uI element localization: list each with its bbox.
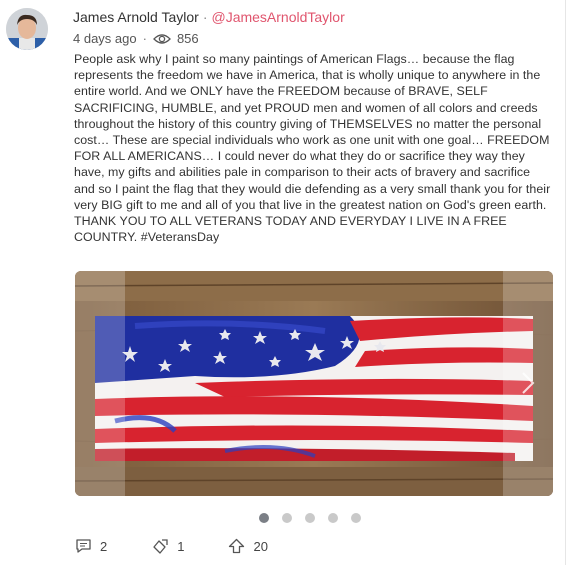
- upvote-button[interactable]: 20: [228, 538, 268, 554]
- carousel-dot-5[interactable]: [351, 513, 361, 523]
- repost-button[interactable]: 1: [151, 538, 184, 554]
- repost-count: 1: [177, 538, 185, 554]
- upvote-icon: [229, 538, 245, 554]
- carousel-dot-3[interactable]: [305, 513, 315, 523]
- post-time: 4 days ago: [73, 31, 137, 46]
- view-count: 856: [176, 31, 199, 46]
- post-meta: 4 days ago · 856: [73, 31, 199, 46]
- repost-icon: [153, 539, 168, 554]
- post-image[interactable]: [75, 271, 553, 496]
- carousel-dot-4[interactable]: [328, 513, 338, 523]
- comment-button[interactable]: 2: [75, 538, 107, 554]
- eye-icon: [153, 33, 171, 45]
- post-header: James Arnold Taylor · @JamesArnoldTaylor: [73, 9, 345, 25]
- meta-separator: ·: [142, 31, 147, 46]
- carousel-indicators: [259, 513, 361, 523]
- chevron-right-icon: [522, 372, 535, 394]
- author-handle[interactable]: @JamesArnoldTaylor: [211, 9, 344, 25]
- upvote-count: 20: [253, 538, 268, 554]
- avatar[interactable]: [6, 8, 48, 50]
- post-actions: 2 1 20: [75, 538, 312, 554]
- comment-icon: [76, 539, 91, 553]
- carousel-dot-1[interactable]: [259, 513, 269, 523]
- author-name[interactable]: James Arnold Taylor: [73, 9, 199, 25]
- post-body: People ask why I paint so many paintings…: [74, 52, 551, 245]
- header-separator: ·: [202, 9, 208, 25]
- comment-count: 2: [100, 538, 108, 554]
- post-card: James Arnold Taylor · @JamesArnoldTaylor 4…: [0, 0, 566, 565]
- carousel-next-button[interactable]: [503, 271, 553, 496]
- carousel-prev-button[interactable]: [75, 271, 125, 496]
- carousel-dot-2[interactable]: [282, 513, 292, 523]
